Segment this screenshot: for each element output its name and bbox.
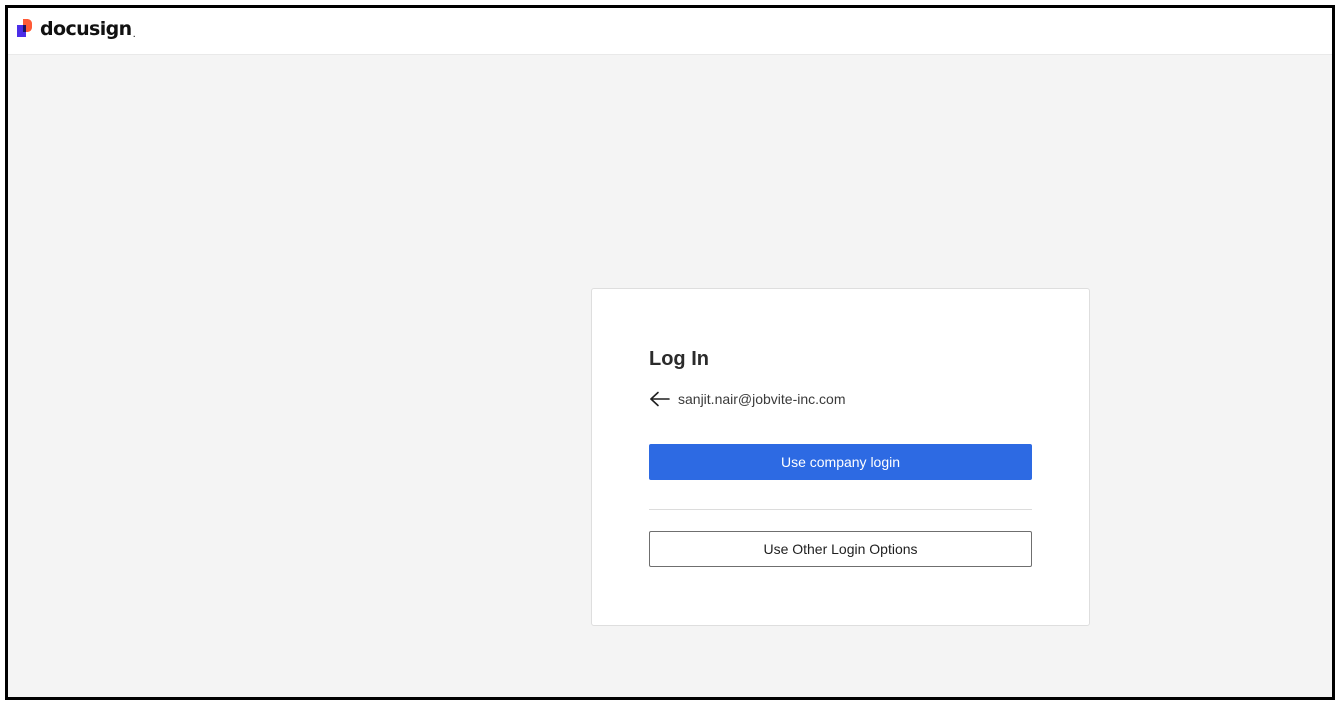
login-card: Log In sanjit.nair@jobvite-inc.com Use c… [591, 288, 1090, 626]
email-row: sanjit.nair@jobvite-inc.com [649, 389, 846, 409]
divider [649, 509, 1032, 510]
company-login-button[interactable]: Use company login [649, 444, 1032, 480]
docusign-wordmark-dot: . [132, 28, 136, 40]
user-email: sanjit.nair@jobvite-inc.com [678, 391, 846, 407]
docusign-logo-icon [16, 19, 36, 39]
docusign-wordmark: docusign [40, 18, 132, 40]
arrow-left-icon[interactable] [649, 391, 671, 407]
docusign-logo[interactable]: docusign . [16, 17, 136, 41]
page-title: Log In [649, 348, 709, 370]
top-header: docusign . [8, 8, 1332, 55]
browser-viewport: docusign . Log In sanjit.nair@jobvite-in… [5, 5, 1335, 700]
other-login-options-button[interactable]: Use Other Login Options [649, 531, 1032, 567]
